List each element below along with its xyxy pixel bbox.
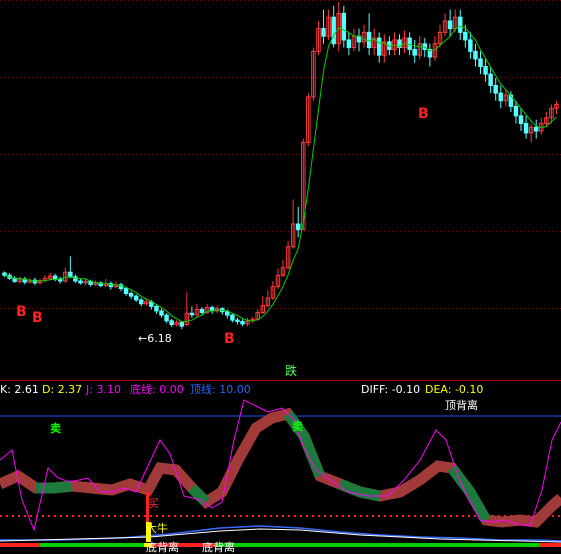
candlestick-series xyxy=(2,2,559,330)
top-divergence-label: 顶背离 xyxy=(445,399,478,412)
kdj-k-value: K: 2.61 xyxy=(0,383,39,396)
candle-body xyxy=(154,305,159,312)
candle-body xyxy=(2,272,7,276)
macd-diff-value: DIFF: -0.10 xyxy=(361,383,421,396)
candle-body xyxy=(295,223,301,231)
candle-body xyxy=(341,12,347,41)
candle-body xyxy=(169,320,174,326)
candle-body xyxy=(230,314,235,321)
candle-body xyxy=(523,122,529,134)
candle-body xyxy=(468,39,473,52)
candle-body xyxy=(498,92,504,102)
candle-body xyxy=(139,299,144,305)
candle-body xyxy=(518,115,524,124)
floor-line-value: 底线: 0.00 xyxy=(130,383,184,396)
candle-body xyxy=(346,39,352,49)
bull-marker: 大牛 xyxy=(146,522,168,535)
candle-body xyxy=(235,319,240,323)
candle-body xyxy=(458,16,463,33)
candle-body xyxy=(463,31,468,41)
signal-status-bar xyxy=(420,543,540,547)
candle-body xyxy=(240,321,245,325)
candle-body xyxy=(199,308,205,313)
candle-body xyxy=(488,73,493,87)
candle-body xyxy=(412,48,417,56)
candle-body xyxy=(68,271,73,278)
candle-body xyxy=(189,312,195,316)
candle-body xyxy=(513,105,519,117)
candle-body xyxy=(331,16,336,45)
candle-body xyxy=(164,314,169,322)
candle-body xyxy=(128,292,134,297)
candle-body xyxy=(321,28,326,37)
moving-average-line xyxy=(4,25,557,323)
candle-body xyxy=(52,275,58,280)
indicator-panel xyxy=(0,399,561,547)
signal-status-bar xyxy=(540,543,561,547)
candle-body xyxy=(377,37,382,56)
candle-body xyxy=(533,126,539,132)
sell-marker: 卖 xyxy=(292,420,303,433)
indicator-ribbon-down xyxy=(447,464,491,523)
low-price-label: ←6.18 xyxy=(138,332,172,345)
macd-diff-line xyxy=(0,528,561,543)
buy-signal-marker: B xyxy=(16,304,27,320)
bottom-divergence-label: 底背离 xyxy=(202,541,235,554)
drop-marker: 跌 xyxy=(285,364,298,378)
buy-marker: 买 xyxy=(148,497,159,510)
candle-body xyxy=(493,85,498,94)
signal-status-bar xyxy=(300,543,420,547)
candle-body xyxy=(478,58,483,68)
kdj-j-value: J: 3.10 xyxy=(86,383,121,396)
buy-signal-marker: B xyxy=(418,106,429,122)
candle-body xyxy=(179,321,184,327)
signal-status-bar xyxy=(0,543,40,547)
candle-body xyxy=(225,311,230,316)
candle-body xyxy=(123,288,129,294)
candle-body xyxy=(133,295,139,301)
candle-body xyxy=(78,280,83,284)
candle-body xyxy=(447,20,453,30)
signal-status-bar xyxy=(40,543,144,547)
candle-body xyxy=(483,66,488,75)
candle-body xyxy=(407,37,412,50)
candle-body xyxy=(366,31,372,49)
indicator-ribbon-down xyxy=(36,480,73,494)
buy-signal-marker: B xyxy=(32,310,43,326)
candle-body xyxy=(473,50,478,60)
top-line-value: 顶线: 10.00 xyxy=(190,383,251,396)
stock-chart xyxy=(0,0,561,547)
kdj-d-value: D: 2.37 xyxy=(42,383,83,396)
candle-body xyxy=(159,310,164,316)
sell-marker: 卖 xyxy=(50,422,61,435)
bottom-divergence-label: 底背离 xyxy=(146,541,179,554)
buy-signal-marker: B xyxy=(224,331,235,347)
macd-dea-value: DEA: -0.10 xyxy=(425,383,484,396)
